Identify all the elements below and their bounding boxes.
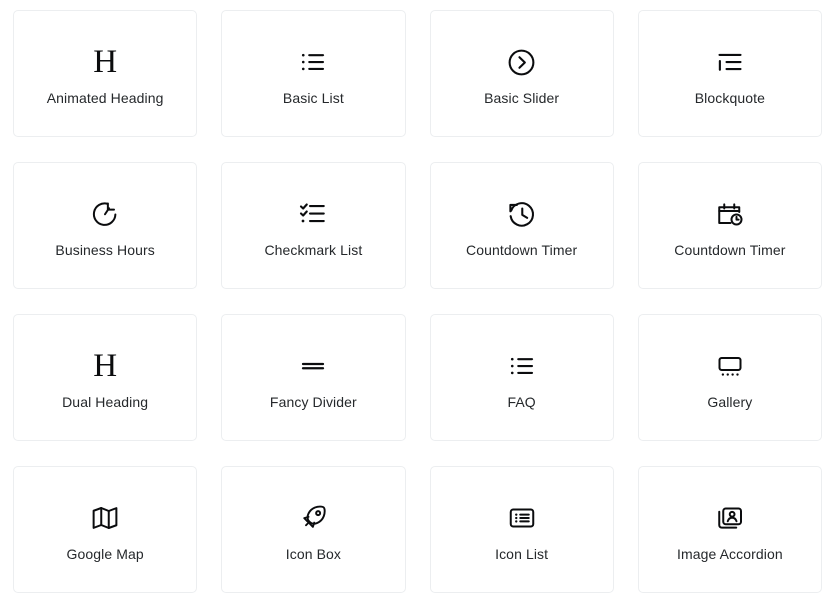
folded-map-icon bbox=[90, 496, 120, 540]
widget-card-countdown-timer-calendar[interactable]: Countdown Timer bbox=[637, 162, 822, 289]
widget-card-dual-heading[interactable]: H Dual Heading bbox=[13, 314, 198, 441]
widget-label: Gallery bbox=[707, 394, 753, 410]
widget-card-fancy-divider[interactable]: Fancy Divider bbox=[221, 314, 406, 441]
rocket-icon bbox=[298, 496, 328, 540]
widget-label: Icon Box bbox=[285, 546, 342, 562]
widget-card-basic-list[interactable]: Basic List bbox=[221, 10, 406, 137]
widget-card-business-hours[interactable]: Business Hours bbox=[13, 162, 198, 289]
widget-label: Blockquote bbox=[694, 90, 766, 106]
serif-h-icon: H bbox=[93, 43, 118, 80]
widget-card-faq[interactable]: FAQ bbox=[429, 314, 614, 441]
widget-label: Google Map bbox=[66, 546, 144, 562]
widget-card-animated-heading[interactable]: H Animated Heading bbox=[13, 10, 198, 137]
widget-label: Fancy Divider bbox=[269, 394, 357, 410]
widget-card-google-map[interactable]: Google Map bbox=[13, 466, 198, 593]
widget-label: Countdown Timer bbox=[466, 242, 578, 258]
gallery-frame-dots-icon bbox=[715, 344, 745, 388]
circle-chevron-right-icon bbox=[506, 40, 537, 84]
widget-label: Image Accordion bbox=[676, 546, 783, 562]
clock-timer-icon bbox=[90, 192, 120, 236]
widget-label: Animated Heading bbox=[46, 90, 164, 106]
checkmark-list-icon bbox=[298, 192, 328, 236]
boxed-list-icon bbox=[507, 496, 537, 540]
widget-label: Business Hours bbox=[55, 242, 155, 258]
widget-card-gallery[interactable]: Gallery bbox=[637, 314, 822, 441]
bulleted-list-icon bbox=[298, 40, 328, 84]
serif-h-icon: H bbox=[93, 347, 118, 384]
widget-label: Basic List bbox=[282, 90, 344, 106]
widget-card-image-accordion[interactable]: Image Accordion bbox=[637, 466, 822, 593]
image-person-frame-icon bbox=[715, 496, 745, 540]
widget-label: Icon List bbox=[495, 546, 549, 562]
widget-card-icon-box[interactable]: Icon Box bbox=[221, 466, 406, 593]
widget-card-basic-slider[interactable]: Basic Slider bbox=[429, 10, 614, 137]
widget-grid: H Animated Heading Basic List Basic Slid… bbox=[0, 0, 835, 593]
widget-label: Countdown Timer bbox=[674, 242, 786, 258]
widget-label: Dual Heading bbox=[62, 394, 149, 410]
clock-rewind-icon bbox=[506, 192, 537, 236]
widget-card-icon-list[interactable]: Icon List bbox=[429, 466, 614, 593]
widget-label: Checkmark List bbox=[264, 242, 363, 258]
widget-card-countdown-timer-clock[interactable]: Countdown Timer bbox=[429, 162, 614, 289]
widget-label: Basic Slider bbox=[484, 90, 560, 106]
bulleted-list-icon bbox=[507, 344, 537, 388]
widget-label: FAQ bbox=[507, 394, 536, 410]
blockquote-icon bbox=[715, 40, 745, 84]
calendar-clock-icon bbox=[715, 192, 745, 236]
widget-card-checkmark-list[interactable]: Checkmark List bbox=[221, 162, 406, 289]
double-line-divider-icon bbox=[298, 344, 328, 388]
widget-card-blockquote[interactable]: Blockquote bbox=[637, 10, 822, 137]
